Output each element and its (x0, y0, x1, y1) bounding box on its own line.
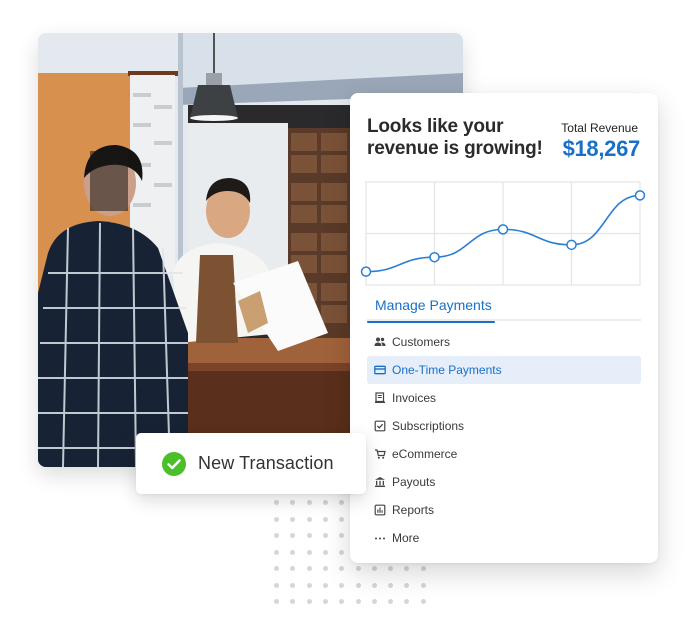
credit-card-icon (374, 364, 386, 376)
toast-message: New Transaction (198, 453, 334, 473)
chart-data-point (634, 190, 646, 201)
chart-data-point (360, 266, 372, 277)
decorative-dot (355, 566, 361, 571)
decorative-dot (290, 566, 296, 571)
decorative-dot (290, 516, 296, 522)
decorative-dot (274, 516, 279, 522)
chart-data-point (429, 251, 440, 263)
revenue-chart-svg (360, 181, 646, 286)
decorative-dot (290, 582, 296, 588)
decorative-dot (371, 566, 377, 571)
menu-item-invoices[interactable]: Invoices (367, 384, 641, 412)
decorative-dot (371, 599, 377, 604)
decorative-dot (290, 599, 296, 604)
decorative-dot (339, 549, 345, 555)
decorative-dot (339, 500, 345, 505)
decorative-dot (339, 566, 345, 571)
report-icon (374, 504, 386, 516)
bank-icon (374, 476, 386, 488)
new-transaction-toast: New Transaction (136, 433, 366, 494)
menu-item-one-time-payments[interactable]: One-Time Payments (367, 356, 641, 384)
decorative-dot (306, 500, 312, 505)
menu-item-label: Invoices (392, 391, 437, 405)
decorative-dot (290, 533, 296, 538)
menu-item-label: More (392, 531, 420, 545)
decorative-dot (420, 599, 426, 604)
decorative-dot (306, 533, 312, 538)
menu-item-label: Customers (392, 335, 451, 349)
more-icon (374, 532, 386, 544)
decorative-dot (274, 533, 279, 538)
decorative-dot (339, 516, 345, 522)
decorative-dot (322, 549, 328, 555)
menu-item-label: One-Time Payments (392, 363, 502, 377)
menu-item-label: Payouts (392, 475, 436, 489)
decorative-dot (371, 582, 377, 588)
menu-item-label: eCommerce (392, 447, 458, 461)
decorative-dot (322, 500, 328, 505)
chart-data-point (497, 224, 509, 235)
revenue-headline: Looks like your revenue is growing! (367, 116, 543, 159)
decorative-dot (404, 599, 410, 604)
invoice-icon (374, 392, 386, 404)
decorative-dot (322, 582, 328, 588)
menu-item-subscriptions[interactable]: Subscriptions (367, 412, 641, 440)
revenue-line-chart (360, 175, 650, 290)
menu-item-customers[interactable]: Customers (367, 328, 641, 356)
chart-data-point (566, 239, 577, 251)
decorative-dot (388, 566, 394, 571)
payments-menu: Customers One-Time Payments Invoices Sub… (367, 328, 641, 552)
decorative-dot (322, 566, 328, 571)
menu-item-ecommerce[interactable]: eCommerce (367, 440, 641, 468)
decorative-dot (274, 599, 279, 604)
menu-item-payouts[interactable]: Payouts (367, 468, 641, 496)
decorative-dot (404, 582, 410, 588)
decorative-dot (339, 599, 345, 604)
decorative-dot (420, 582, 426, 588)
check-circle-icon (162, 451, 186, 476)
menu-item-label: Subscriptions (392, 419, 465, 433)
decorative-dot (274, 566, 279, 571)
decorative-dot (306, 549, 312, 555)
people-icon (374, 336, 386, 348)
payments-tabbar: Manage Payments (367, 296, 641, 323)
decorative-dot (306, 599, 312, 604)
menu-item-label: Reports (392, 503, 435, 517)
decorative-dot (388, 599, 394, 604)
menu-item-reports[interactable]: Reports (367, 496, 641, 524)
decorative-dot (355, 582, 361, 588)
decorative-dot (404, 566, 410, 571)
tab-manage-payments[interactable]: Manage Payments (367, 296, 495, 323)
decorative-dot (274, 549, 279, 555)
decorative-dot (322, 516, 328, 522)
decorative-dot (274, 582, 279, 588)
checkbox-icon (374, 420, 386, 432)
decorative-dot (290, 500, 296, 505)
decorative-dot (322, 533, 328, 538)
cart-icon (374, 448, 386, 460)
decorative-dot (339, 582, 345, 588)
total-revenue-value: $18,267 (562, 136, 641, 161)
decorative-dot (339, 533, 345, 538)
decorative-dot (355, 599, 361, 604)
decorative-dot (420, 566, 426, 571)
total-revenue-label: Total Revenue (561, 121, 638, 135)
revenue-dashboard-card: Looks like your revenue is growing! Tota… (350, 93, 658, 563)
decorative-dot (306, 582, 312, 588)
decorative-dot (306, 516, 312, 522)
decorative-dot (388, 582, 394, 588)
menu-item-more[interactable]: More (367, 524, 641, 552)
decorative-dot (274, 500, 279, 505)
decorative-dot (306, 566, 312, 571)
decorative-dot (322, 599, 328, 604)
decorative-dot (290, 549, 296, 555)
